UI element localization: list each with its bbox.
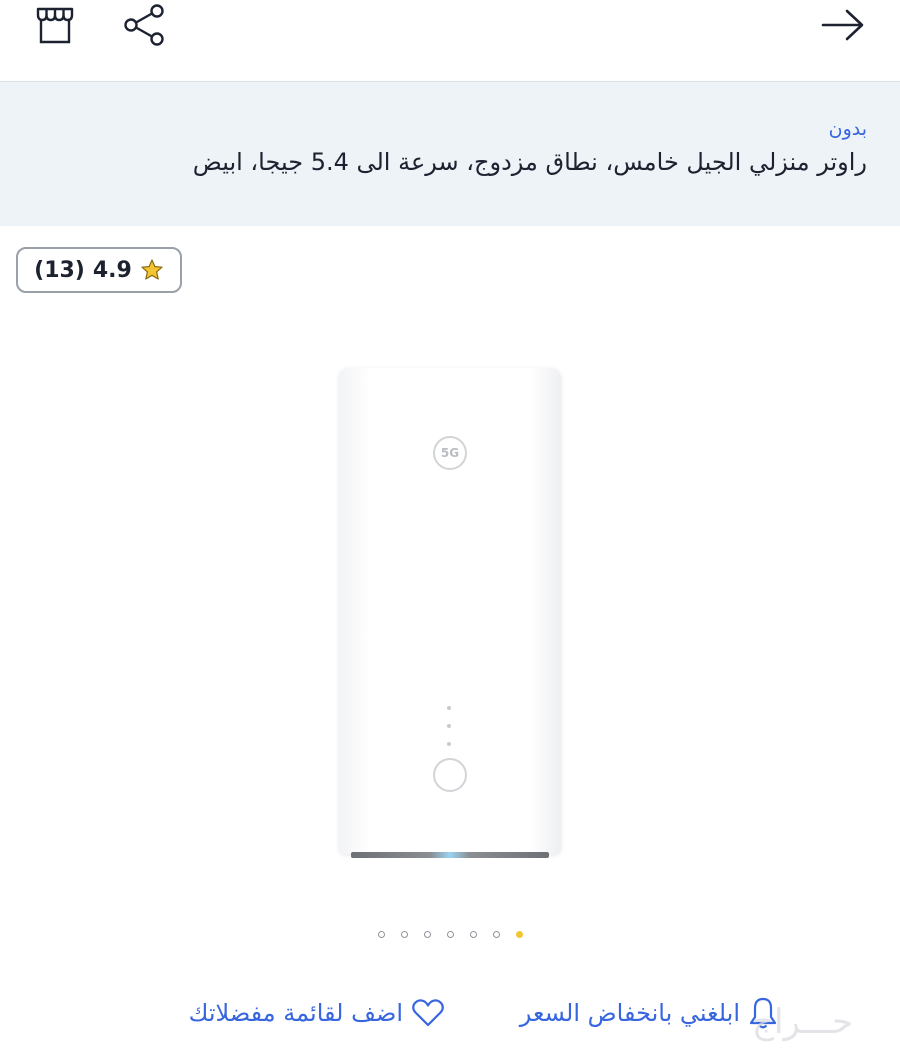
price-alert-button[interactable]: ابلغني بانخفاض السعر — [520, 988, 778, 1038]
rating-count: (13) — [34, 257, 85, 283]
pagination-dot[interactable] — [447, 930, 454, 938]
pagination-dot[interactable] — [378, 930, 385, 938]
pagination-dot[interactable] — [401, 930, 408, 938]
router-power-button — [433, 758, 467, 792]
arrow-right-icon[interactable] — [820, 8, 866, 42]
pagination-dot-active[interactable] — [516, 930, 523, 938]
router-led — [447, 724, 451, 728]
share-icon[interactable] — [123, 3, 167, 47]
price-alert-label: ابلغني بانخفاض السعر — [519, 999, 740, 1027]
pagination-dot[interactable] — [493, 930, 500, 938]
product-image-router: 5G — [339, 368, 561, 858]
wishlist-label: اضف لقائمة مفضلاتك — [188, 999, 403, 1027]
pagination-dot[interactable] — [470, 930, 477, 938]
product-image-gallery[interactable]: 5G — [0, 300, 900, 910]
brand-link[interactable]: بدون — [829, 118, 867, 140]
star-icon — [140, 258, 164, 282]
add-to-wishlist-button[interactable]: اضف لقائمة مفضلاتك — [189, 988, 445, 1038]
storefront-icon[interactable] — [34, 5, 76, 45]
pagination-dot[interactable] — [424, 930, 431, 938]
router-base-light — [351, 852, 549, 858]
top-toolbar — [0, 0, 900, 82]
rating-badge[interactable]: (13) 4.9 — [16, 247, 182, 293]
product-title: راوتر منزلي الجيل خامس، نطاق مزدوج، سرعة… — [192, 148, 867, 176]
router-5g-label: 5G — [433, 436, 467, 470]
image-pagination-dots — [378, 928, 523, 940]
product-info-section: بدون راوتر منزلي الجيل خامس، نطاق مزدوج،… — [0, 82, 900, 226]
router-led — [447, 742, 451, 746]
watermark-logo: حـــراج — [752, 1002, 854, 1042]
heart-icon — [411, 998, 445, 1028]
rating-value: 4.9 — [92, 257, 132, 283]
router-led — [447, 706, 451, 710]
